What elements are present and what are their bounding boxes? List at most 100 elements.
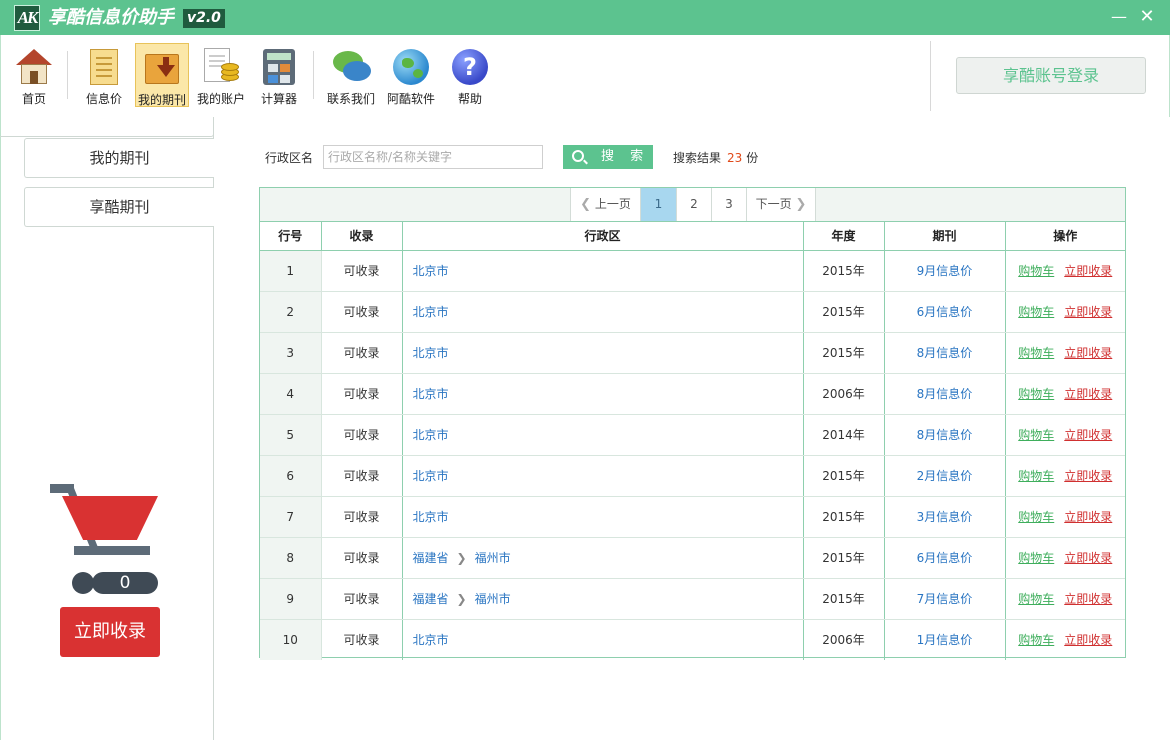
region-link[interactable]: 北京市 (413, 469, 449, 483)
row-year: 2015年 (803, 250, 885, 292)
add-to-cart-link[interactable]: 购物车 (1018, 387, 1054, 401)
minimize-button[interactable]: — (1108, 6, 1130, 28)
row-region: 北京市 (402, 496, 804, 538)
collect-now-link[interactable]: 立即收录 (1064, 428, 1112, 442)
issue-link[interactable]: 8月信息价 (917, 387, 973, 401)
toolbar-aku-software-button[interactable]: 阿酷软件 (384, 43, 438, 107)
toolbar-my-account-button[interactable]: 我的账户 (194, 43, 248, 107)
row-number: 7 (260, 496, 322, 538)
region-link[interactable]: 北京市 (413, 633, 449, 647)
region-link[interactable]: 福州市 (475, 592, 511, 606)
row-actions: 购物车 立即收录 (1005, 291, 1125, 333)
journal-grid: ❮ 上一页 1 2 3 下一页 ❯ 行号 收录 行政区 年度 期刊 操作 1 可收… (259, 187, 1126, 660)
add-to-cart-link[interactable]: 购物车 (1018, 510, 1054, 524)
row-number: 9 (260, 578, 322, 620)
login-button[interactable]: 享酷账号登录 (956, 57, 1146, 94)
collect-now-link[interactable]: 立即收录 (1064, 305, 1112, 319)
issue-link[interactable]: 1月信息价 (917, 633, 973, 647)
download-folder-icon (142, 48, 182, 88)
row-status: 可收录 (321, 250, 403, 292)
collect-now-link[interactable]: 立即收录 (1064, 633, 1112, 647)
add-to-cart-link[interactable]: 购物车 (1018, 346, 1054, 360)
toolbar-label: 联系我们 (326, 92, 375, 106)
toolbar-help-button[interactable]: ? 帮助 (443, 43, 497, 107)
collect-now-link[interactable]: 立即收录 (1064, 346, 1112, 360)
page-button-2[interactable]: 2 (676, 188, 711, 221)
region-link[interactable]: 北京市 (413, 305, 449, 319)
row-region: 北京市 (402, 332, 804, 374)
row-issue: 2月信息价 (884, 455, 1006, 497)
toolbar-price-info-button[interactable]: 信息价 (77, 43, 131, 107)
shopping-cart-icon[interactable]: 0 (50, 484, 162, 596)
issue-link[interactable]: 8月信息价 (917, 346, 973, 360)
add-to-cart-link[interactable]: 购物车 (1018, 551, 1054, 565)
issue-link[interactable]: 9月信息价 (917, 264, 973, 278)
globe-icon (391, 47, 431, 87)
add-to-cart-link[interactable]: 购物车 (1018, 469, 1054, 483)
row-issue: 8月信息价 (884, 373, 1006, 415)
region-link[interactable]: 北京市 (413, 264, 449, 278)
add-to-cart-link[interactable]: 购物车 (1018, 305, 1054, 319)
table-row: 3 可收录 北京市 2015年 8月信息价 购物车 立即收录 (260, 332, 1125, 374)
row-year: 2015年 (803, 578, 885, 620)
close-button[interactable]: ✕ (1136, 6, 1158, 28)
row-number: 10 (260, 619, 322, 660)
issue-link[interactable]: 6月信息价 (917, 305, 973, 319)
toolbar-label: 阿酷软件 (386, 92, 435, 106)
next-page-button[interactable]: 下一页 ❯ (746, 188, 816, 221)
page-button-1[interactable]: 1 (640, 188, 676, 221)
issue-link[interactable]: 7月信息价 (917, 592, 973, 606)
add-to-cart-link[interactable]: 购物车 (1018, 264, 1054, 278)
sidebar-tab-my-journals[interactable]: 我的期刊 (24, 138, 214, 178)
collect-now-link[interactable]: 立即收录 (1064, 510, 1112, 524)
row-issue: 7月信息价 (884, 578, 1006, 620)
add-to-cart-link[interactable]: 购物车 (1018, 428, 1054, 442)
prev-page-button[interactable]: ❮ 上一页 (570, 188, 640, 221)
issue-link[interactable]: 6月信息价 (917, 551, 973, 565)
toolbar-calculator-button[interactable]: 计算器 (252, 43, 306, 107)
region-link[interactable]: 福建省 (413, 551, 449, 565)
toolbar-my-journals-button[interactable]: 我的期刊 (135, 43, 189, 107)
row-actions: 购物车 立即收录 (1005, 373, 1125, 415)
row-region: 北京市 (402, 414, 804, 456)
toolbar-contact-us-button[interactable]: 联系我们 (324, 43, 378, 107)
result-suffix: 份 (746, 151, 759, 165)
collect-now-link[interactable]: 立即收录 (1064, 264, 1112, 278)
search-button[interactable]: 搜 索 (563, 145, 653, 169)
collect-now-link[interactable]: 立即收录 (1064, 551, 1112, 565)
row-status: 可收录 (321, 496, 403, 538)
region-link[interactable]: 北京市 (413, 428, 449, 442)
collect-now-link[interactable]: 立即收录 (1064, 387, 1112, 401)
row-number: 1 (260, 250, 322, 292)
collect-now-button[interactable]: 立即收录 (60, 607, 160, 657)
table-row: 4 可收录 北京市 2006年 8月信息价 购物车 立即收录 (260, 373, 1125, 415)
region-link[interactable]: 福州市 (475, 551, 511, 565)
sidebar-tab-xiangku-journals[interactable]: 享酷期刊 (24, 187, 214, 227)
issue-link[interactable]: 2月信息价 (917, 469, 973, 483)
table-row: 7 可收录 北京市 2015年 3月信息价 购物车 立即收录 (260, 496, 1125, 538)
issue-link[interactable]: 3月信息价 (917, 510, 973, 524)
row-issue: 6月信息价 (884, 291, 1006, 333)
add-to-cart-link[interactable]: 购物车 (1018, 592, 1054, 606)
toolbar-home-button[interactable]: 首页 (7, 43, 61, 107)
page-button-3[interactable]: 3 (711, 188, 746, 221)
add-to-cart-link[interactable]: 购物车 (1018, 633, 1054, 647)
region-link[interactable]: 福建省 (413, 592, 449, 606)
row-actions: 购物车 立即收录 (1005, 414, 1125, 456)
collect-now-link[interactable]: 立即收录 (1064, 592, 1112, 606)
region-link[interactable]: 北京市 (413, 510, 449, 524)
region-link[interactable]: 北京市 (413, 387, 449, 401)
toolbar-label: 我的期刊 (137, 93, 186, 107)
region-link[interactable]: 北京市 (413, 346, 449, 360)
collect-now-link[interactable]: 立即收录 (1064, 469, 1112, 483)
column-header-row-no: 行号 (260, 222, 322, 251)
row-status: 可收录 (321, 537, 403, 579)
row-year: 2015年 (803, 291, 885, 333)
search-input[interactable] (323, 145, 543, 169)
issue-link[interactable]: 8月信息价 (917, 428, 973, 442)
row-year: 2014年 (803, 414, 885, 456)
column-header-region: 行政区 (402, 222, 804, 251)
column-header-actions: 操作 (1005, 222, 1125, 251)
toolbar-label: 计算器 (260, 92, 297, 106)
row-year: 2015年 (803, 537, 885, 579)
